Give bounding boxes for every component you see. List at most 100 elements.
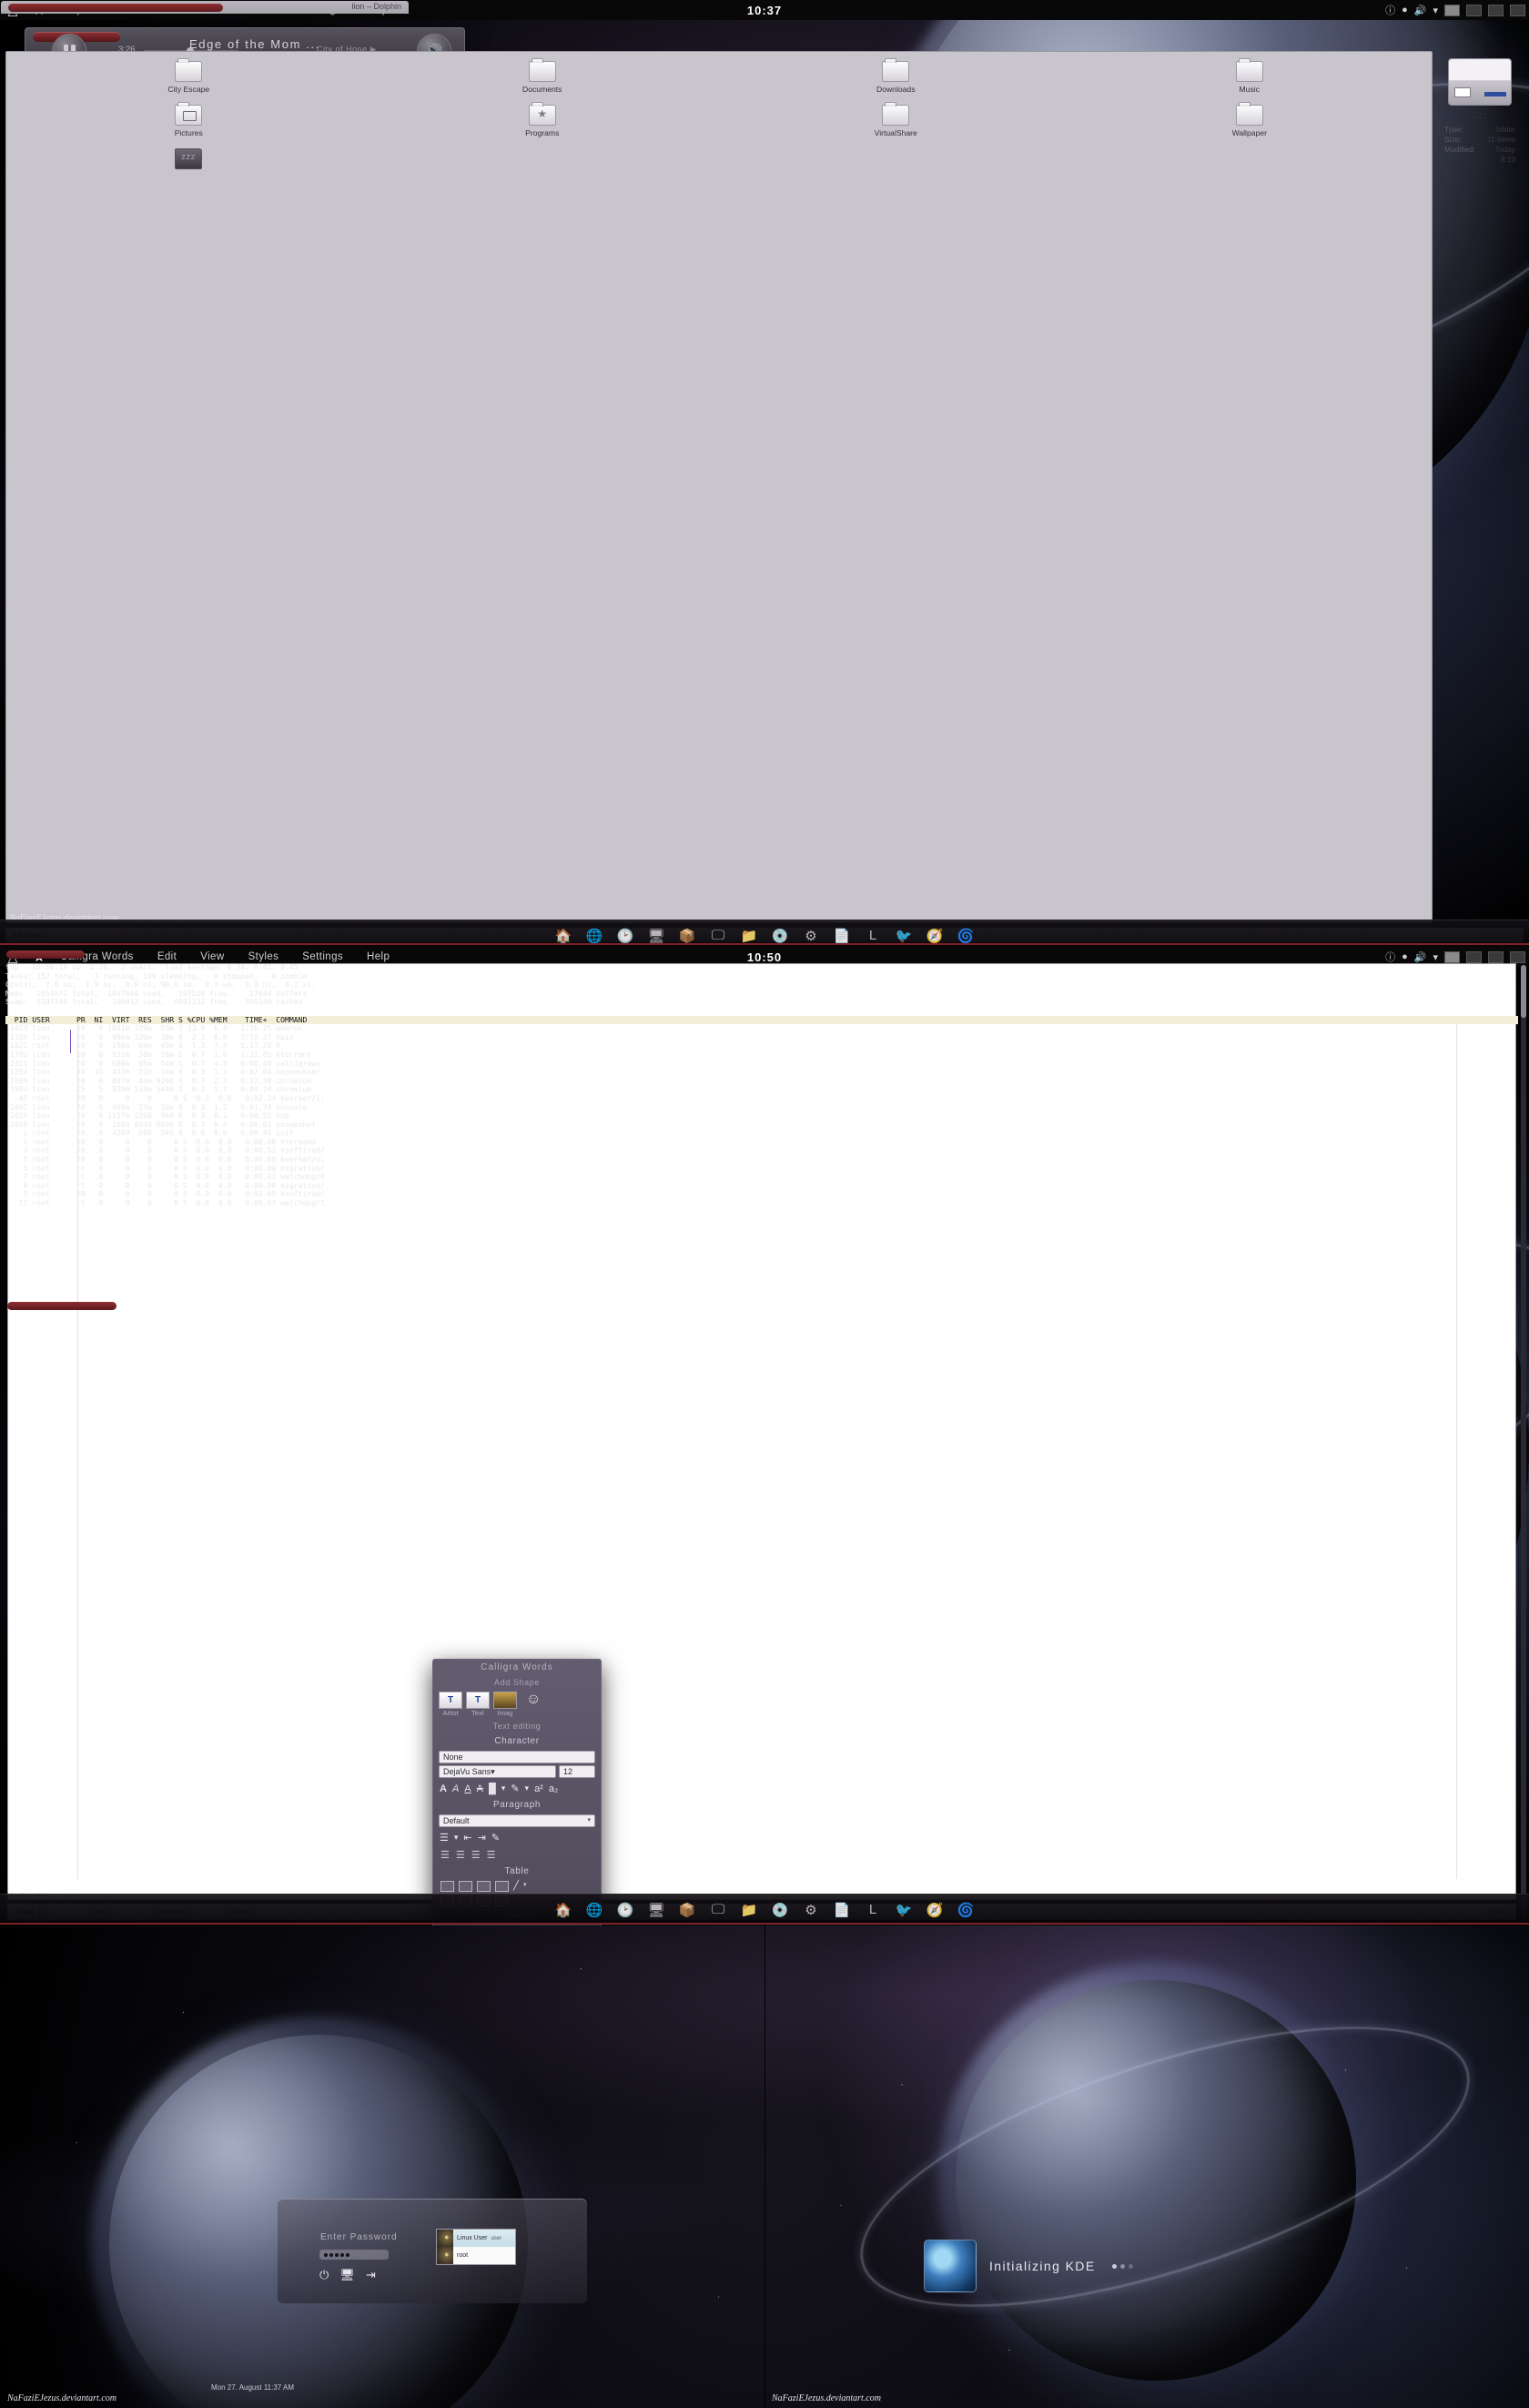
user-name: Linux User — [457, 2234, 488, 2241]
volume-icon[interactable]: 🔊 — [1414, 951, 1427, 963]
pager-1[interactable] — [1444, 4, 1460, 16]
screen-login-splash: Enter Password ⏻ 🖥 ⇥ Linux User user root… — [0, 1925, 1529, 2408]
info-icon[interactable]: ⓘ — [1385, 3, 1395, 17]
pager-3[interactable] — [1488, 4, 1504, 16]
document-icon[interactable]: 📄 — [828, 1898, 856, 1922]
signature: NaFaziEJezus.deviantart.com — [772, 2393, 881, 2403]
list-item[interactable]: Linux User user — [437, 2230, 515, 2247]
file-label: Programs — [525, 128, 560, 137]
star-folder-icon — [528, 102, 556, 126]
file-item[interactable]: Downloads — [719, 58, 1073, 94]
power-icon[interactable]: ⏻ — [319, 2268, 329, 2282]
swirl-icon[interactable]: 🌀 — [952, 1898, 979, 1922]
file-item[interactable]: Documents — [366, 58, 720, 94]
titlebar-accent — [6, 950, 85, 959]
user-name: root — [457, 2251, 469, 2259]
accent-line — [0, 943, 1529, 945]
info-icon[interactable]: ⓘ — [1385, 950, 1395, 964]
info-key: Type: — [1444, 125, 1463, 134]
terminal-output[interactable]: top - 10:50:19 up 2:20, 2 users, load av… — [5, 963, 1518, 1921]
file-item[interactable]: Pictures — [12, 102, 366, 137]
chevron-down-icon[interactable]: ▾ — [1433, 5, 1438, 16]
desktop-icon[interactable]: 🖥 — [643, 1898, 670, 1922]
bluetooth-icon[interactable]: ● — [1402, 5, 1408, 15]
file-item[interactable] — [12, 148, 366, 172]
browser-icon[interactable]: 🧭 — [921, 1898, 948, 1922]
dolphin-info-panel: Zzz Type: folder Size: 11 items Modified: T… — [1436, 51, 1524, 923]
info-key: Size: — [1444, 135, 1462, 144]
dolphin-titlebar[interactable]: lion – Dolphin — [1, 1, 409, 14]
file-label: Music — [1239, 85, 1260, 94]
monitor-icon[interactable]: 🖵 — [704, 1898, 732, 1922]
logout-icon[interactable]: ⇥ — [366, 2268, 376, 2282]
bluetooth-icon[interactable]: ● — [1402, 951, 1408, 962]
file-item[interactable]: Wallpaper — [1073, 102, 1427, 137]
volume-icon[interactable]: 🔊 — [1414, 5, 1427, 16]
info-key: Modified: — [1444, 145, 1475, 154]
terminal-process-row: 11 root rt 0 0 0 0 S 0.0 0.0 0:00.03 wat… — [5, 1198, 325, 1208]
pager-2[interactable] — [1466, 950, 1482, 963]
chevron-down-icon[interactable]: ▾ — [1433, 951, 1438, 963]
list-item[interactable]: root — [437, 2247, 515, 2264]
dolphin-window[interactable]: lion – Dolphin ▲ ◀ ▶ ▦ ☰ ⌂ ◫ ⌂▸ Home Cit… — [0, 0, 1524, 942]
archive-icon[interactable]: 📦 — [673, 1898, 701, 1922]
monitor-icon[interactable]: 🖥 — [339, 2268, 355, 2282]
login-panel: Enter Password ⏻ 🖥 ⇥ Linux User user root — [278, 2199, 587, 2303]
file-label: Pictures — [174, 128, 203, 137]
avatar — [437, 2230, 453, 2247]
file-item[interactable]: City Escape — [12, 58, 366, 94]
drive-icon — [1448, 58, 1512, 106]
pager-4[interactable] — [1510, 4, 1525, 16]
pictures-folder-icon — [175, 102, 203, 126]
login-clock: Mon 27. August 11:37 AM — [211, 2383, 295, 2392]
sliders-icon[interactable]: ⚙ — [797, 1898, 825, 1922]
home-folder-icon[interactable]: 🏠 — [550, 1898, 577, 1922]
calligra-titlebar[interactable] — [1, 948, 595, 960]
folder-icon — [1235, 102, 1263, 126]
pager-3[interactable] — [1488, 950, 1504, 963]
user-list[interactable]: Linux User user root — [436, 2229, 516, 2265]
file-item[interactable]: Programs — [366, 102, 720, 137]
info-value: Today — [1494, 145, 1515, 154]
file-item[interactable]: Music — [1073, 58, 1427, 94]
disc-icon[interactable]: 💿 — [766, 1898, 794, 1922]
clock-icon[interactable]: 🕑 — [612, 1898, 639, 1922]
titlebar-accent — [8, 4, 223, 12]
terminal-window[interactable]: top - 10:50:19 up 2:20, 2 users, load av… — [0, 963, 1526, 1920]
dolphin-title: lion – Dolphin — [351, 2, 401, 11]
globe-icon[interactable]: 🌐 — [581, 1898, 608, 1922]
dolphin-file-view[interactable]: City Escape Documents Downloads Music Pictur… — [5, 51, 1433, 923]
terminal-scrollbar[interactable] — [1521, 965, 1526, 1920]
password-input[interactable] — [319, 2250, 389, 2260]
file-label: Wallpaper — [1231, 128, 1267, 137]
info-value: folder — [1496, 125, 1515, 134]
file-item[interactable]: VirtualShare — [719, 102, 1073, 137]
terminal-line: Swap: 6197244 total, 106012 used, 609123… — [5, 997, 303, 1007]
bird-icon[interactable]: 🐦 — [890, 1898, 917, 1922]
password-prompt: Enter Password — [320, 2232, 398, 2242]
system-tray-screen1: ⓘ ● 🔊 ▾ — [1385, 3, 1525, 17]
folder-icon — [528, 58, 556, 82]
login-actions: ⏻ 🖥 ⇥ — [319, 2268, 376, 2282]
avatar — [437, 2247, 453, 2264]
pager-2[interactable] — [1466, 4, 1482, 16]
file-label: City Escape — [167, 85, 210, 94]
splash-text: Initializing KDE — [989, 2259, 1096, 2273]
folder-icon[interactable]: 📁 — [735, 1898, 763, 1922]
system-tray-screen2: ⓘ ● 🔊 ▾ — [1385, 950, 1525, 964]
kde-plasma-icon — [924, 2240, 977, 2292]
folder-icon — [175, 58, 203, 82]
info-name: Zzz — [1472, 111, 1488, 121]
dock-screen2[interactable]: 🏠 🌐 🕑 🖥 📦 🖵 📁 💿 ⚙ 📄 L 🐦 🧭 🌀 — [0, 1894, 1529, 1925]
clock-screen1: 10:37 — [746, 3, 783, 17]
pager-4[interactable] — [1510, 950, 1525, 963]
screen-divider — [764, 1925, 765, 2408]
screen-calligra-terminal: △ ★ Calligra Words Edit View Styles Sett… — [0, 947, 1529, 1925]
info-value: 11 items — [1486, 135, 1515, 144]
folder-icon — [882, 58, 910, 82]
drive-icon — [175, 148, 203, 169]
pager-1[interactable] — [1444, 950, 1460, 963]
latex-icon[interactable]: L — [859, 1898, 886, 1922]
loading-dots — [1111, 2263, 1133, 2269]
signature: NaFaziEJezus.deviantart.com — [7, 2393, 116, 2403]
